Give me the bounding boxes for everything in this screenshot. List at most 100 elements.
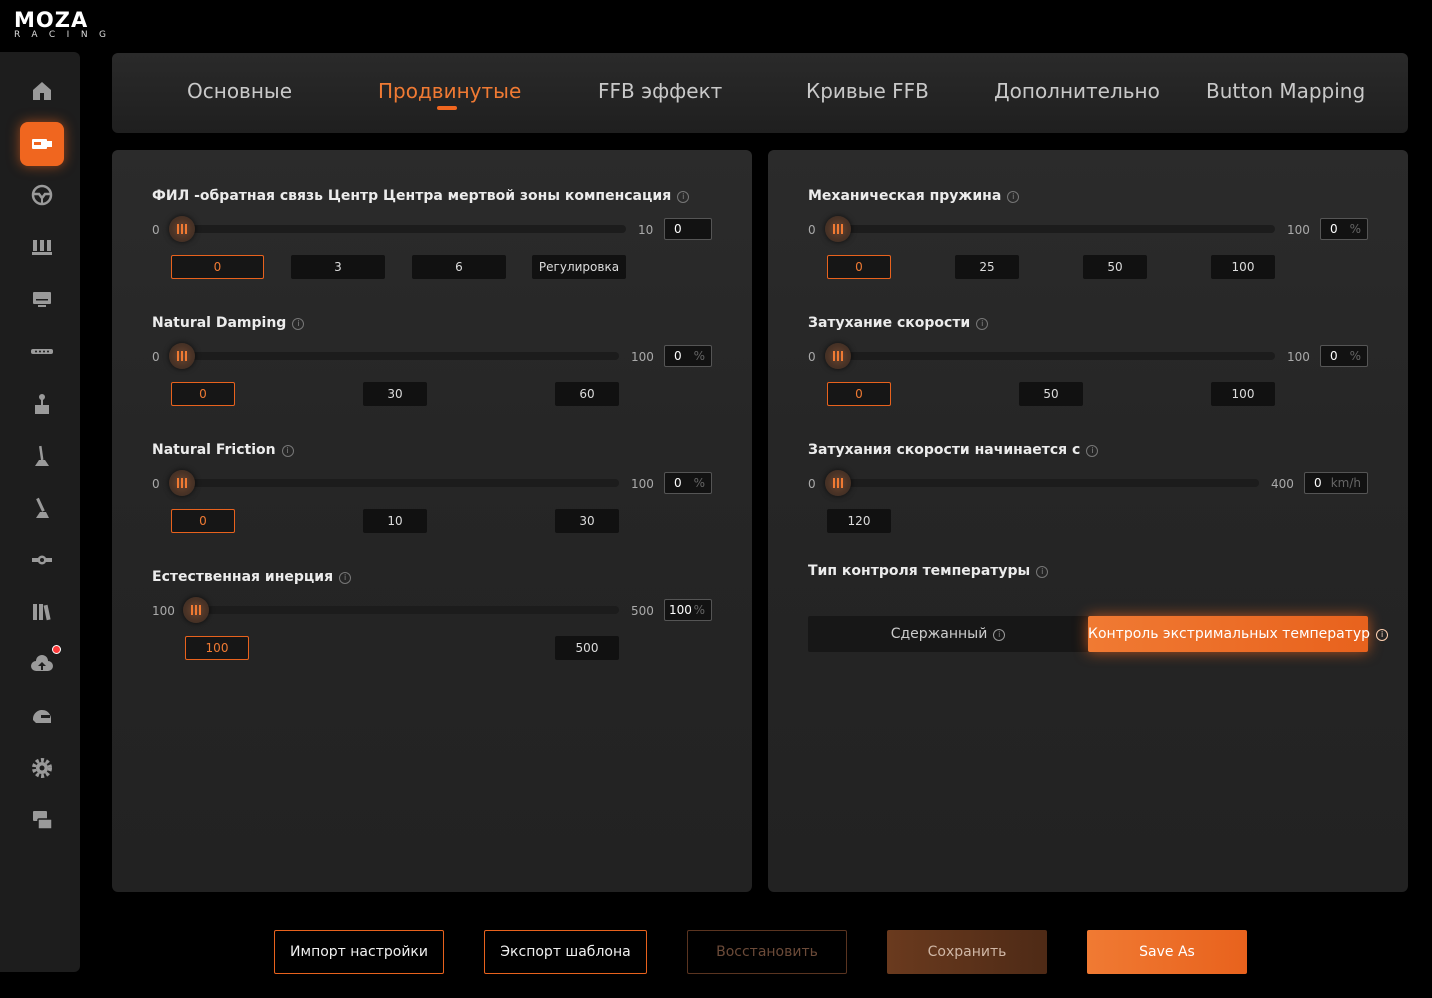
preset-button[interactable]: 100: [185, 636, 249, 660]
preset-button[interactable]: 6: [412, 255, 506, 279]
sidebar-item-helmet[interactable]: [20, 694, 64, 738]
preset-button[interactable]: 100: [1211, 255, 1275, 279]
value-input-natural-damping[interactable]: 0%: [664, 345, 712, 367]
slider-min: 0: [808, 223, 816, 237]
sidebar-item-hub[interactable]: [20, 538, 64, 582]
tab-basic[interactable]: Основные: [187, 79, 292, 103]
sidebar-item-home[interactable]: [20, 69, 64, 113]
tab-ffb-effect[interactable]: FFB эффект: [598, 79, 722, 103]
tab-advanced[interactable]: Продвинутые: [378, 79, 521, 103]
info-icon[interactable]: i: [1086, 445, 1099, 457]
sidebar-item-faq[interactable]: [20, 798, 64, 842]
preset-button[interactable]: 3: [291, 255, 385, 279]
temp-option-extreme[interactable]: Контроль экстримальных температур i: [1088, 616, 1389, 652]
sidebar-item-settings[interactable]: [20, 746, 64, 790]
sidebar-item-wheelbase[interactable]: [20, 122, 64, 166]
tab-ffb-curves[interactable]: Кривые FFB: [806, 79, 929, 103]
slider-min: 0: [152, 477, 160, 491]
preset-button[interactable]: 60: [555, 382, 619, 406]
preset-button[interactable]: 120: [827, 509, 891, 533]
update-badge: [52, 645, 61, 654]
slider-max: 100: [1287, 223, 1310, 237]
sidebar-item-handbrake[interactable]: [20, 434, 64, 478]
sidebar-item-steering-wheel[interactable]: [20, 173, 64, 217]
tab-button-mapping[interactable]: Button Mapping: [1206, 79, 1365, 103]
info-icon[interactable]: i: [1007, 191, 1020, 203]
slider-track-damping-start-speed[interactable]: [826, 479, 1259, 487]
preset-button[interactable]: 10: [363, 509, 427, 533]
preset-button[interactable]: 0: [827, 382, 891, 406]
slider-knob[interactable]: [169, 343, 195, 369]
sidebar-item-dashboard[interactable]: [20, 277, 64, 321]
rpm-bar-icon: [31, 349, 53, 354]
slider-track-mechanical-spring[interactable]: [826, 225, 1275, 233]
active-tab-indicator: [437, 106, 457, 110]
value-input-natural-inertia[interactable]: 100%: [664, 599, 712, 621]
slider-track-natural-friction[interactable]: [170, 479, 619, 487]
slider-knob[interactable]: [183, 597, 209, 623]
preset-button[interactable]: 25: [955, 255, 1019, 279]
value-input-damping-start-speed[interactable]: 0 km/h: [1304, 472, 1368, 494]
value-input-center-deadzone[interactable]: 0: [664, 218, 712, 240]
slider-track-natural-damping[interactable]: [170, 352, 619, 360]
handbrake-icon: [35, 445, 49, 466]
slider-max: 500: [631, 604, 654, 618]
value-input-natural-friction[interactable]: 0%: [664, 472, 712, 494]
info-icon[interactable]: i: [677, 191, 690, 203]
info-icon[interactable]: i: [292, 318, 305, 330]
pedals-icon: [32, 240, 52, 255]
preset-button[interactable]: 0: [171, 509, 235, 533]
steering-wheel-icon: [31, 184, 53, 206]
preset-button[interactable]: 0: [171, 255, 264, 279]
save-button[interactable]: Сохранить: [887, 930, 1047, 974]
slider-knob[interactable]: [169, 216, 195, 242]
shifter-icon: [35, 394, 49, 414]
preset-button[interactable]: 0: [827, 255, 891, 279]
sidebar-item-shifter[interactable]: [20, 382, 64, 426]
slider-knob[interactable]: [169, 470, 195, 496]
preset-button[interactable]: 500: [555, 636, 619, 660]
preset-button[interactable]: 50: [1019, 382, 1083, 406]
preset-button[interactable]: 30: [363, 382, 427, 406]
preset-button[interactable]: 50: [1083, 255, 1147, 279]
slider-track-speed-damping[interactable]: [826, 352, 1275, 360]
slider-min: 0: [152, 223, 160, 237]
info-icon[interactable]: i: [339, 572, 352, 584]
preset-button[interactable]: 0: [171, 382, 235, 406]
adjust-button[interactable]: Регулировка: [532, 255, 626, 279]
import-settings-button[interactable]: Импорт настройки: [274, 930, 444, 974]
tab-additional[interactable]: Дополнительно: [994, 79, 1160, 103]
sidebar-item-library[interactable]: [20, 590, 64, 634]
dashboard-icon: [33, 292, 51, 307]
restore-button[interactable]: Восстановить: [687, 930, 847, 974]
slider-min: 0: [152, 350, 160, 364]
slider-min: 0: [808, 477, 816, 491]
sidebar-item-sequential-shifter[interactable]: [20, 486, 64, 530]
temp-option-restrained[interactable]: Сдержанный i: [808, 616, 1088, 652]
slider-max: 100: [631, 350, 654, 364]
info-icon[interactable]: i: [1036, 566, 1049, 578]
preset-button[interactable]: 100: [1211, 382, 1275, 406]
setting-label-center-deadzone: ФИЛ -обратная связь Центр Центра мертвой…: [152, 188, 690, 204]
value-input-mechanical-spring[interactable]: 0%: [1320, 218, 1368, 240]
info-icon[interactable]: i: [1376, 629, 1389, 641]
temperature-mode-toggle: Сдержанный i Контроль экстримальных темпе…: [808, 616, 1389, 652]
info-icon[interactable]: i: [993, 629, 1006, 641]
sidebar-item-pedals[interactable]: [20, 225, 64, 269]
save-as-button[interactable]: Save As: [1087, 930, 1247, 974]
export-template-button[interactable]: Экспорт шаблона: [484, 930, 647, 974]
slider-max: 10: [638, 223, 654, 237]
slider-max: 100: [631, 477, 654, 491]
preset-button[interactable]: 30: [555, 509, 619, 533]
value-input-speed-damping[interactable]: 0%: [1320, 345, 1368, 367]
info-icon[interactable]: i: [976, 318, 989, 330]
slider-knob[interactable]: [825, 343, 851, 369]
info-icon[interactable]: i: [281, 445, 294, 457]
home-icon: [33, 82, 51, 100]
slider-knob[interactable]: [825, 470, 851, 496]
slider-track-natural-inertia[interactable]: [184, 606, 619, 614]
setting-label-mechanical-spring: Механическая пружина i: [808, 188, 1020, 204]
slider-track-center-deadzone[interactable]: [170, 225, 626, 233]
sidebar-item-rpm-bar[interactable]: [20, 329, 64, 373]
slider-knob[interactable]: [825, 216, 851, 242]
